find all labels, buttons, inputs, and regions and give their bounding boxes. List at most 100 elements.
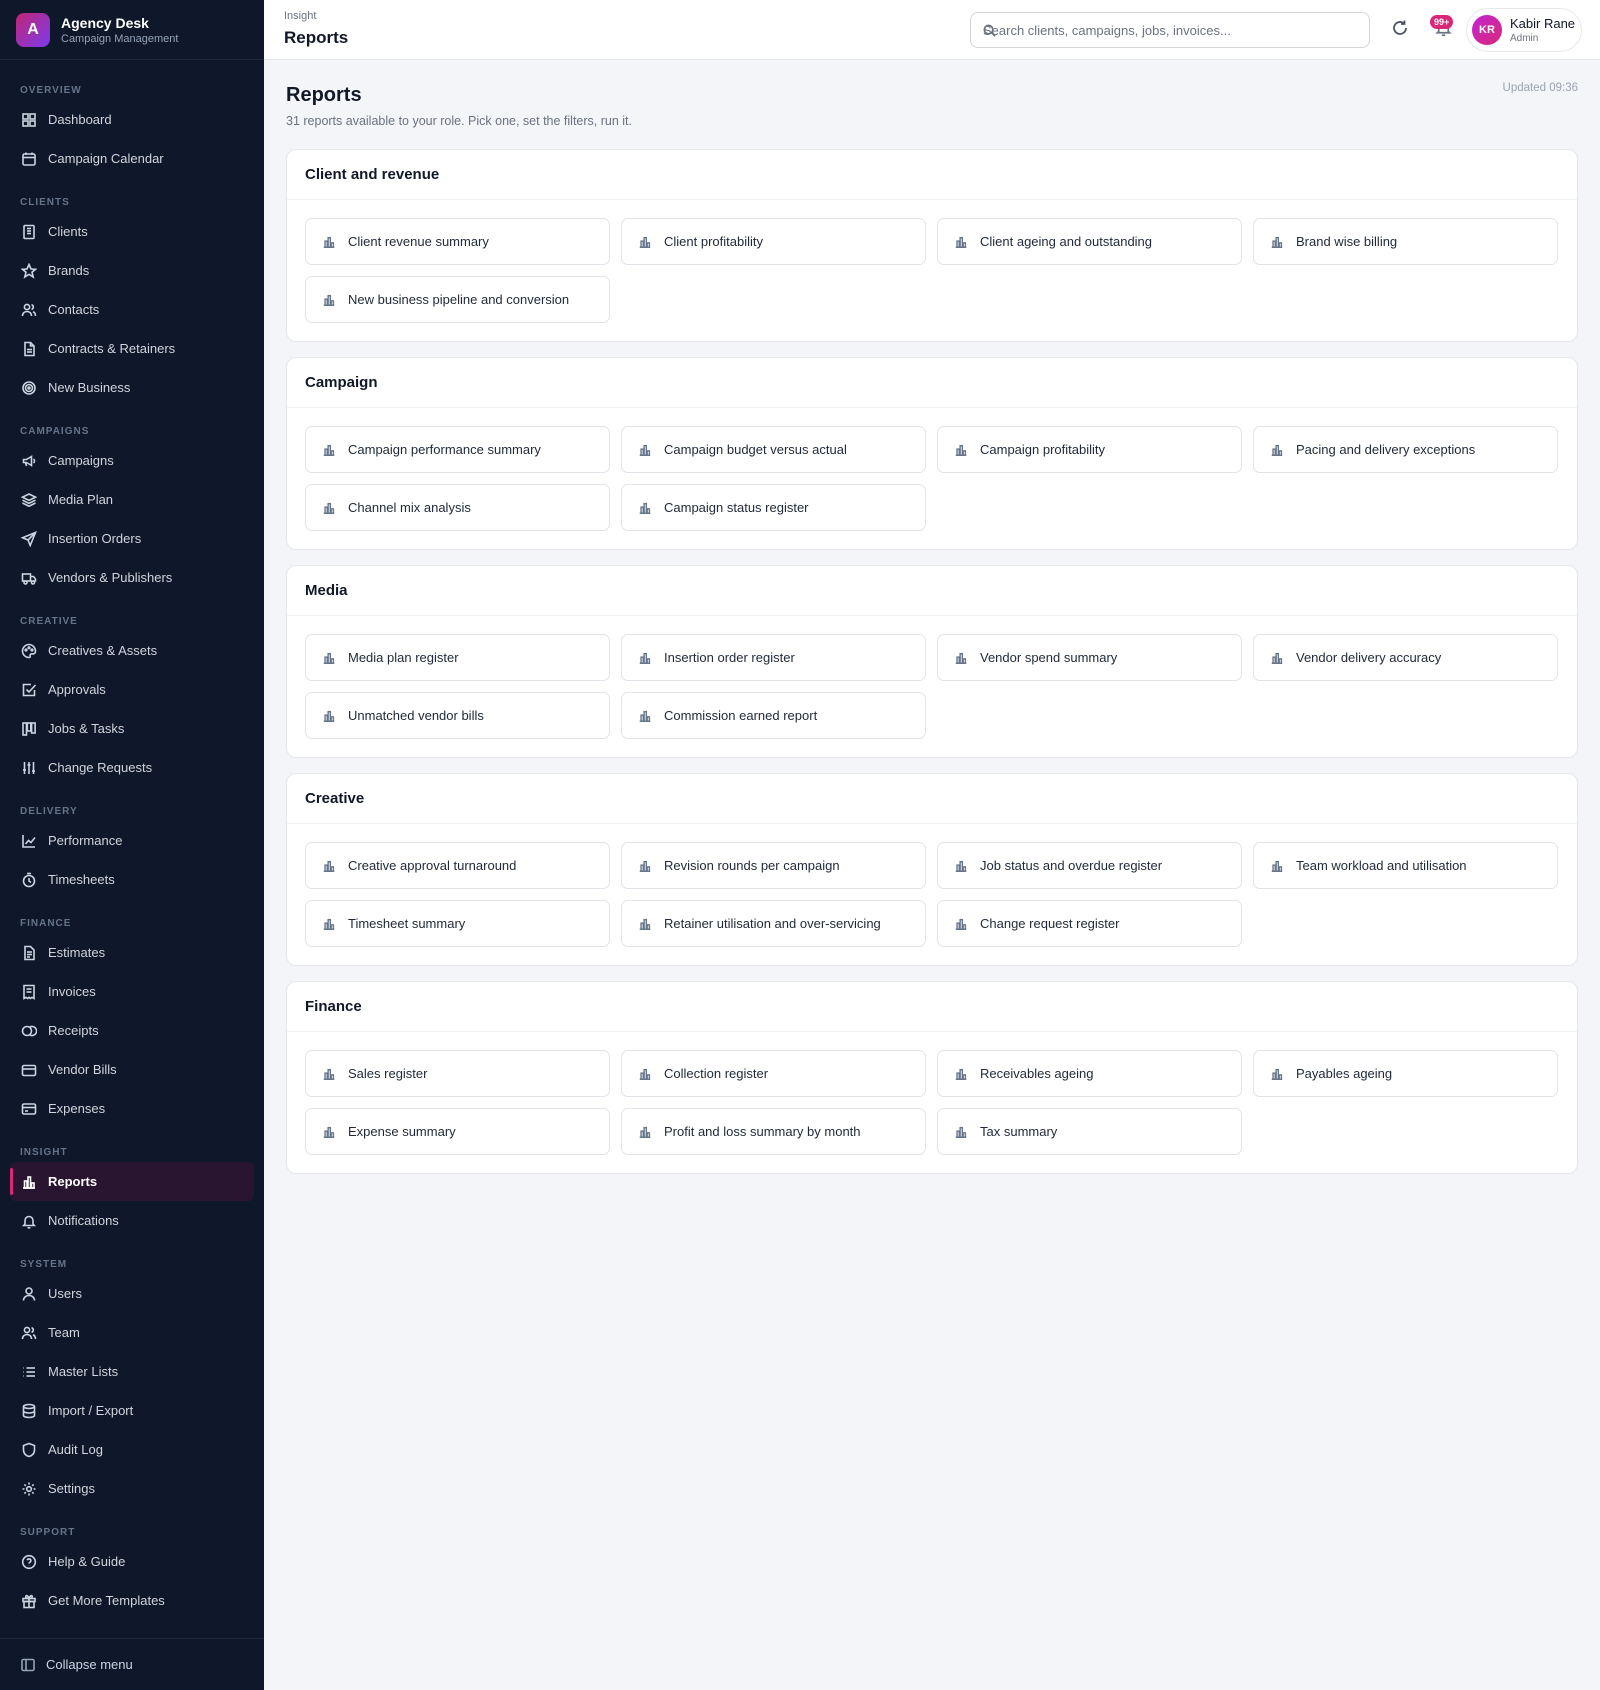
sidebar: A Agency Desk Campaign Management OVERVI… [0,0,264,1690]
bar-chart-icon [638,917,652,931]
report-card[interactable]: Vendor delivery accuracy [1253,634,1558,681]
report-card[interactable]: Commission earned report [621,692,926,739]
sidebar-item-brands[interactable]: Brands [10,251,254,290]
sidebar-item-performance[interactable]: Performance [10,821,254,860]
sidebar-item-label: Contracts & Retainers [48,341,176,356]
report-card[interactable]: Team workload and utilisation [1253,842,1558,889]
sidebar-item-invoices[interactable]: Invoices [10,972,254,1011]
sidebar-item-expenses[interactable]: Expenses [10,1089,254,1128]
report-list: Media plan register Insertion order regis… [287,616,1577,757]
sidebar-item-settings[interactable]: Settings [10,1469,254,1508]
sidebar-item-contracts-and-retainers[interactable]: Contracts & Retainers [10,329,254,368]
report-card[interactable]: Timesheet summary [305,900,610,947]
report-card[interactable]: Expense summary [305,1108,610,1155]
bar-chart-icon [638,651,652,665]
report-card-label: Team workload and utilisation [1296,858,1467,873]
report-card[interactable]: Receivables ageing [937,1050,1242,1097]
report-card[interactable]: Collection register [621,1050,926,1097]
refresh-button[interactable] [1390,18,1412,40]
report-card[interactable]: Sales register [305,1050,610,1097]
sidebar-item-vendor-bills[interactable]: Vendor Bills [10,1050,254,1089]
sidebar-item-timesheets[interactable]: Timesheets [10,860,254,899]
sidebar-item-master-lists[interactable]: Master Lists [10,1352,254,1391]
sidebar-item-label: Master Lists [48,1364,119,1379]
report-card[interactable]: Vendor spend summary [937,634,1242,681]
sidebar-item-change-requests[interactable]: Change Requests [10,748,254,787]
report-card[interactable]: Campaign profitability [937,426,1242,473]
report-card[interactable]: Revision rounds per campaign [621,842,926,889]
help-circle-icon [20,1553,38,1571]
sidebar-item-creatives-and-assets[interactable]: Creatives & Assets [10,631,254,670]
report-card[interactable]: New business pipeline and conversion [305,276,610,323]
report-group-title: Creative [287,774,1577,824]
report-list: Creative approval turnaround Revision rou… [287,824,1577,965]
sidebar-item-label: Jobs & Tasks [48,721,125,736]
report-card[interactable]: Change request register [937,900,1242,947]
sidebar-item-import-export[interactable]: Import / Export [10,1391,254,1430]
sidebar-item-approvals[interactable]: Approvals [10,670,254,709]
report-card[interactable]: Client ageing and outstanding [937,218,1242,265]
search-box[interactable] [970,12,1370,48]
brand-name: Agency Desk [61,14,149,31]
star-icon [20,262,38,280]
report-card-label: Payables ageing [1296,1066,1393,1081]
report-card[interactable]: Creative approval turnaround [305,842,610,889]
sidebar-item-dashboard[interactable]: Dashboard [10,100,254,139]
report-card[interactable]: Pacing and delivery exceptions [1253,426,1558,473]
report-card[interactable]: Campaign budget versus actual [621,426,926,473]
sidebar-item-jobs-and-tasks[interactable]: Jobs & Tasks [10,709,254,748]
sidebar-item-estimates[interactable]: Estimates [10,933,254,972]
sidebar-item-new-business[interactable]: New Business [10,368,254,407]
brand[interactable]: A Agency Desk Campaign Management [0,0,264,60]
report-card[interactable]: Tax summary [937,1108,1242,1155]
report-card[interactable]: Insertion order register [621,634,926,681]
sidebar-item-users[interactable]: Users [10,1274,254,1313]
bar-chart-icon [322,709,336,723]
file-text-icon [20,944,38,962]
sidebar-item-label: Settings [48,1481,95,1496]
sidebar-item-team[interactable]: Team [10,1313,254,1352]
sidebar-item-label: Get More Templates [48,1593,165,1608]
sidebar-item-vendors-and-publishers[interactable]: Vendors & Publishers [10,558,254,597]
notification-badge: 99+ [1430,15,1454,29]
sidebar-item-campaigns[interactable]: Campaigns [10,441,254,480]
report-card[interactable]: Client revenue summary [305,218,610,265]
sidebar-item-media-plan[interactable]: Media Plan [10,480,254,519]
report-card[interactable]: Campaign performance summary [305,426,610,473]
sidebar-item-help-and-guide[interactable]: Help & Guide [10,1542,254,1581]
report-card[interactable]: Client profitability [621,218,926,265]
report-card[interactable]: Media plan register [305,634,610,681]
report-card[interactable]: Retainer utilisation and over-servicing [621,900,926,947]
sidebar-item-contacts[interactable]: Contacts [10,290,254,329]
database-icon [20,1402,38,1420]
palette-icon [20,642,38,660]
report-card[interactable]: Payables ageing [1253,1050,1558,1097]
report-card[interactable]: Unmatched vendor bills [305,692,610,739]
sidebar-item-notifications[interactable]: Notifications [10,1201,254,1240]
collapse-menu-button[interactable]: Collapse menu [0,1638,264,1690]
sidebar-item-clients[interactable]: Clients [10,212,254,251]
sidebar-item-get-more-templates[interactable]: Get More Templates [10,1581,254,1620]
bar-chart-icon [638,443,652,457]
report-card[interactable]: Campaign status register [621,484,926,531]
sidebar-item-campaign-calendar[interactable]: Campaign Calendar [10,139,254,178]
sidebar-item-label: New Business [48,380,131,395]
report-card[interactable]: Job status and overdue register [937,842,1242,889]
sidebar-item-insertion-orders[interactable]: Insertion Orders [10,519,254,558]
card-icon [20,1100,38,1118]
sidebar-item-audit-log[interactable]: Audit Log [10,1430,254,1469]
report-group-title: Media [287,566,1577,616]
report-card-label: Campaign status register [664,500,809,515]
sidebar-item-receipts[interactable]: Receipts [10,1011,254,1050]
refresh-icon [1393,20,1407,35]
sidebar-item-label: Creatives & Assets [48,643,158,658]
report-card[interactable]: Brand wise billing [1253,218,1558,265]
breadcrumb[interactable]: Insight [284,10,316,22]
sidebar-item-reports[interactable]: Reports [10,1162,254,1201]
report-card-label: Unmatched vendor bills [348,708,484,723]
report-card[interactable]: Profit and loss summary by month [621,1108,926,1155]
user-menu[interactable]: KR Kabir Rane Admin [1466,8,1582,52]
search-input[interactable] [983,13,1363,47]
report-card[interactable]: Channel mix analysis [305,484,610,531]
report-list: Campaign performance summary Campaign bud… [287,408,1577,549]
